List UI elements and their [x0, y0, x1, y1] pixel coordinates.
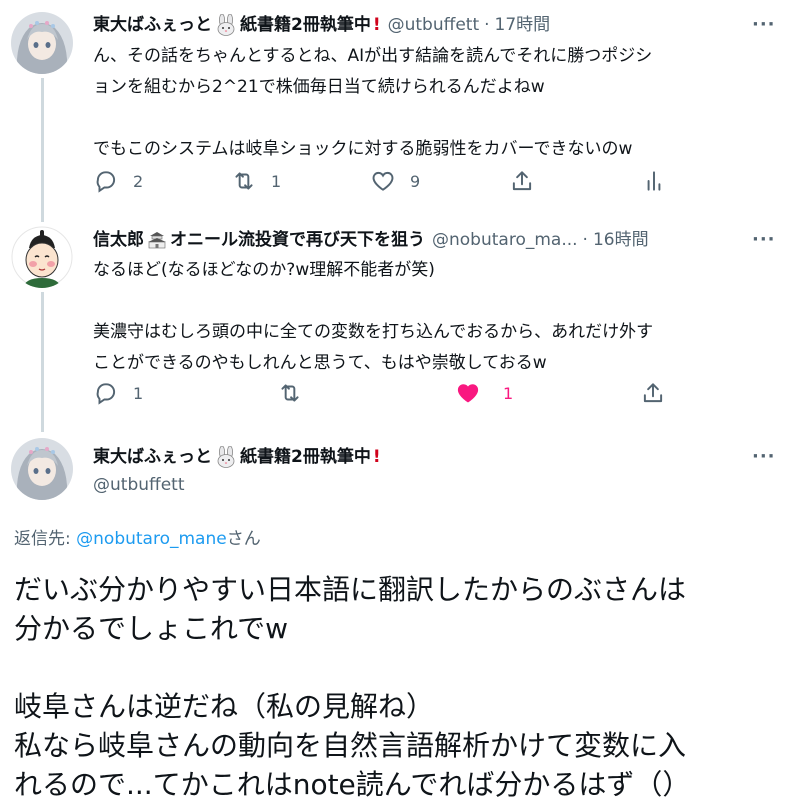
reply-count: 1	[133, 383, 144, 403]
share-button[interactable]	[509, 166, 535, 196]
share-icon	[643, 383, 663, 403]
retweet-count: 1	[271, 171, 282, 191]
more-icon[interactable]: ···	[752, 14, 776, 35]
retweet-icon	[281, 384, 299, 402]
like-count: 1	[503, 383, 514, 403]
action-bar: 1 1	[93, 378, 693, 408]
timestamp[interactable]: 17時間	[495, 14, 551, 36]
reply-icon	[96, 171, 116, 193]
reply-button[interactable]: 1	[93, 378, 143, 408]
castle-emoji-icon	[148, 232, 166, 249]
timestamp[interactable]: 16時間	[593, 229, 649, 251]
tweet-text: なるほど(なるほどなのか?w理解不能者が笑) 美濃守はむしろ頭の中に全ての変数を…	[93, 260, 654, 373]
thread-line	[41, 78, 44, 222]
like-icon	[457, 384, 479, 403]
analytics-button[interactable]	[641, 166, 667, 196]
reply-icon	[96, 383, 116, 405]
reply-to: 返信先: @nobutaro_maneさん	[14, 524, 261, 549]
reply-to-label: 返信先:	[14, 529, 71, 549]
action-bar: 2 1 9	[93, 166, 693, 196]
rabbit-emoji-icon	[217, 14, 235, 36]
display-name[interactable]: 東大ばふぇっと 紙書籍2冊執筆中 !	[93, 14, 381, 36]
retweet-button[interactable]: 1	[231, 166, 281, 196]
reply-to-suffix: さん	[226, 529, 261, 549]
separator: ·	[582, 230, 588, 250]
tweet-header: 信太郎 オニール流投資で再び天下を狙う @nobutaro_ma... · 16…	[93, 229, 649, 251]
like-button[interactable]: 9	[370, 166, 420, 196]
exclamation-icon: !	[372, 447, 381, 467]
avatar[interactable]	[11, 226, 73, 288]
rabbit-emoji-icon	[217, 446, 235, 468]
reply-count: 2	[133, 171, 144, 191]
retweet-button[interactable]	[277, 378, 303, 408]
handle-row: @utbuffett	[93, 474, 185, 496]
handle[interactable]: @utbuffett	[388, 14, 480, 36]
reply-button[interactable]: 2	[93, 166, 143, 196]
display-name[interactable]: 東大ばふぇっと 紙書籍2冊執筆中 !	[93, 446, 381, 468]
avatar[interactable]	[11, 438, 73, 500]
reply-to-handle-link[interactable]: @nobutaro_mane	[76, 529, 227, 549]
analytics-icon	[647, 171, 661, 191]
tweet-text: ん、その話をちゃんとするとね、AIが出す結論を読んでそれに勝つポジシ ョンを組む…	[93, 46, 653, 159]
like-button[interactable]: 1	[455, 378, 513, 408]
tweet-header: 東大ばふぇっと 紙書籍2冊執筆中 ! @utbuffett · 17時間	[93, 14, 550, 36]
exclamation-icon: !	[372, 15, 381, 35]
like-icon	[372, 171, 394, 191]
like-count: 9	[410, 171, 421, 191]
more-icon[interactable]: ···	[752, 446, 776, 467]
share-button[interactable]	[640, 378, 666, 408]
avatar[interactable]	[11, 12, 73, 74]
share-icon	[512, 171, 532, 191]
tweet-header: 東大ばふぇっと 紙書籍2冊執筆中 !	[93, 446, 381, 468]
retweet-icon	[235, 172, 253, 190]
separator: ·	[484, 15, 490, 35]
more-icon[interactable]: ···	[752, 229, 776, 250]
display-name[interactable]: 信太郎 オニール流投資で再び天下を狙う	[93, 229, 425, 251]
handle[interactable]: @utbuffett	[93, 474, 185, 496]
thread-line	[41, 292, 44, 432]
handle[interactable]: @nobutaro_ma...	[432, 229, 578, 251]
tweet-text: だいぶ分かりやすい日本語に翻訳したからのぶさんは 分かるでしょこれでw 岐阜さん…	[14, 573, 691, 801]
